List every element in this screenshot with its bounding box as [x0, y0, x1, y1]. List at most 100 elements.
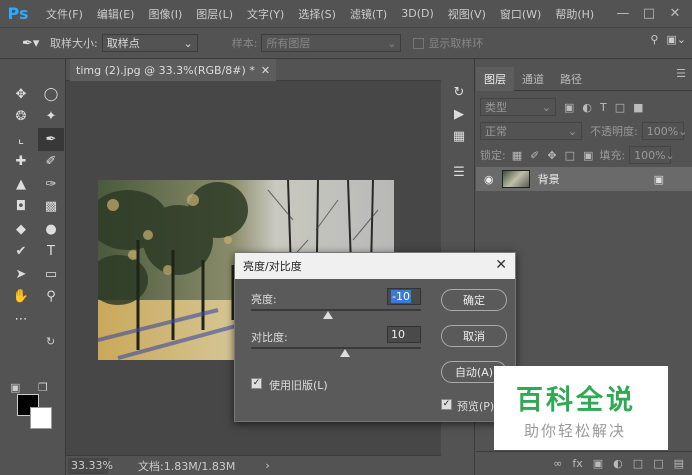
sample-size-label: 取样大小:: [50, 37, 98, 50]
eyedropper-icon[interactable]: ✒▾: [22, 32, 50, 54]
hand-icon[interactable]: ✋: [8, 286, 34, 309]
menu-image[interactable]: 图像(I): [148, 6, 182, 22]
tab-channels[interactable]: 通道: [514, 67, 552, 91]
move-tool-icon[interactable]: ✥: [8, 83, 34, 106]
crop-icon[interactable]: ⌞: [8, 128, 34, 151]
lock-brush-icon[interactable]: ✐: [530, 149, 539, 162]
magic-wand-icon[interactable]: ✦: [38, 106, 64, 129]
status-bar: 33.33% 文档:1.83M/1.83M ›: [66, 455, 441, 475]
ellipse-marquee-icon[interactable]: ◯: [38, 83, 64, 106]
filter-kind-select[interactable]: 类型 ⌄: [480, 98, 556, 116]
menu-select[interactable]: 选择(S): [298, 6, 336, 22]
fx-icon[interactable]: fx: [572, 457, 582, 470]
quick-mask-icon[interactable]: ▣: [10, 381, 20, 394]
healing-brush-icon[interactable]: ✚: [8, 151, 34, 174]
close-icon[interactable]: ✕: [664, 3, 686, 23]
menu-3d[interactable]: 3D(D): [401, 7, 434, 20]
lock-artboard-icon[interactable]: □: [565, 149, 575, 162]
chevron-down-icon: ⌄: [665, 148, 675, 162]
maximize-icon[interactable]: □: [638, 3, 660, 23]
eye-icon[interactable]: ◉: [484, 173, 494, 186]
menu-type[interactable]: 文字(Y): [247, 6, 284, 22]
gradient-icon[interactable]: ▩: [38, 196, 64, 219]
more-tools-icon[interactable]: ⋯: [8, 308, 34, 331]
dodge-icon[interactable]: ●: [38, 218, 64, 241]
menu-help[interactable]: 帮助(H): [555, 6, 594, 22]
properties-icon[interactable]: ☰: [450, 163, 468, 181]
panel-menu-icon[interactable]: ☰: [676, 67, 686, 90]
smart-filter-icon[interactable]: ■: [633, 101, 643, 114]
brush-icon[interactable]: ✐: [38, 151, 64, 174]
screen-mode-icon[interactable]: ❐: [38, 381, 48, 394]
lock-move-icon[interactable]: ✥: [547, 149, 556, 162]
blend-mode-select[interactable]: 正常 ⌄: [480, 122, 582, 140]
eraser-icon[interactable]: ◘: [8, 196, 34, 219]
history-brush-icon[interactable]: ✑: [38, 173, 64, 196]
zoom-field[interactable]: 33.33%: [68, 457, 113, 474]
menu-file[interactable]: 文件(F): [46, 6, 83, 22]
contrast-slider-track[interactable]: [251, 347, 421, 349]
layer-thumbnail: [501, 170, 530, 188]
menu-layer[interactable]: 图层(L): [196, 6, 233, 22]
ok-button[interactable]: 确定: [441, 289, 507, 311]
show-ring-checkbox[interactable]: [413, 37, 425, 49]
opacity-field[interactable]: 100% ⌄: [641, 122, 687, 140]
adjustment-icon[interactable]: ◐: [613, 457, 623, 470]
sample-select[interactable]: 所有图层 ⌄: [261, 34, 402, 52]
minimize-icon[interactable]: —: [612, 3, 634, 23]
lasso-icon[interactable]: ❂: [8, 106, 34, 129]
pen-icon[interactable]: ✔: [8, 241, 34, 264]
watermark-subtitle: 助你轻松解决: [524, 422, 627, 440]
contrast-label: 对比度:: [251, 331, 288, 344]
3d-icon[interactable]: ▦: [450, 127, 468, 145]
menu-view[interactable]: 视图(V): [448, 6, 486, 22]
swap-colors-icon[interactable]: ↻: [46, 335, 55, 348]
mask-icon[interactable]: ▣: [593, 457, 603, 470]
workspace-icon[interactable]: ▣⌄: [666, 33, 686, 46]
close-tab-icon[interactable]: ✕: [261, 64, 270, 77]
lock-pixels-icon[interactable]: ▦: [512, 149, 522, 162]
dialog-titlebar[interactable]: 亮度/对比度 ✕: [235, 253, 515, 279]
document-tab[interactable]: timg (2).jpg @ 33.3%(RGB/8#) * ✕: [70, 59, 277, 81]
type-filter-icon[interactable]: T: [600, 101, 607, 114]
layer-row[interactable]: ◉ 背景 ▣: [476, 167, 692, 191]
lock-all-icon[interactable]: ▣: [583, 149, 593, 162]
legacy-checkbox[interactable]: ✓: [251, 378, 262, 389]
link-icon[interactable]: ∞: [553, 457, 562, 470]
rectangle-icon[interactable]: ▭: [38, 263, 64, 286]
blur-icon[interactable]: ◆: [8, 218, 34, 241]
menu-edit[interactable]: 编辑(E): [97, 6, 135, 22]
brightness-slider-thumb[interactable]: [322, 311, 333, 319]
background-color-swatch[interactable]: [30, 407, 52, 429]
shape-filter-icon[interactable]: □: [615, 101, 625, 114]
preview-label: 预览(P): [457, 400, 495, 413]
stamp-icon[interactable]: ▲: [8, 173, 34, 196]
play-icon[interactable]: ▶: [450, 105, 468, 123]
history-icon[interactable]: ↻: [450, 83, 468, 101]
trash-icon[interactable]: ▤: [674, 457, 684, 470]
fill-field[interactable]: 100% ⌄: [629, 146, 675, 164]
image-filter-icon[interactable]: ▣: [564, 101, 574, 114]
menu-filter[interactable]: 滤镜(T): [350, 6, 387, 22]
type-tool-icon[interactable]: T: [38, 241, 64, 264]
adjust-filter-icon[interactable]: ◐: [582, 101, 592, 114]
close-icon[interactable]: ✕: [495, 257, 507, 273]
group-icon[interactable]: □: [633, 457, 643, 470]
chevron-right-icon[interactable]: ›: [265, 459, 269, 472]
brightness-slider-track[interactable]: [251, 309, 421, 311]
chevron-down-icon: ⌄: [567, 124, 577, 138]
tab-layers[interactable]: 图层: [476, 67, 514, 91]
eyedropper-tool-icon[interactable]: ✒: [38, 128, 64, 151]
tab-paths[interactable]: 路径: [552, 67, 590, 91]
brightness-input[interactable]: -10: [387, 288, 421, 305]
zoom-icon[interactable]: ⚲: [38, 286, 64, 309]
contrast-slider-thumb[interactable]: [339, 349, 350, 357]
menu-window[interactable]: 窗口(W): [500, 6, 541, 22]
contrast-input[interactable]: 10: [387, 326, 421, 343]
sample-size-select[interactable]: 取样点 ⌄: [101, 34, 198, 52]
path-select-icon[interactable]: ➤: [8, 263, 34, 286]
preview-checkbox[interactable]: ✓: [441, 399, 452, 410]
search-icon[interactable]: ⚲: [650, 33, 658, 46]
new-layer-icon[interactable]: □: [653, 457, 663, 470]
cancel-button[interactable]: 取消: [441, 325, 507, 347]
